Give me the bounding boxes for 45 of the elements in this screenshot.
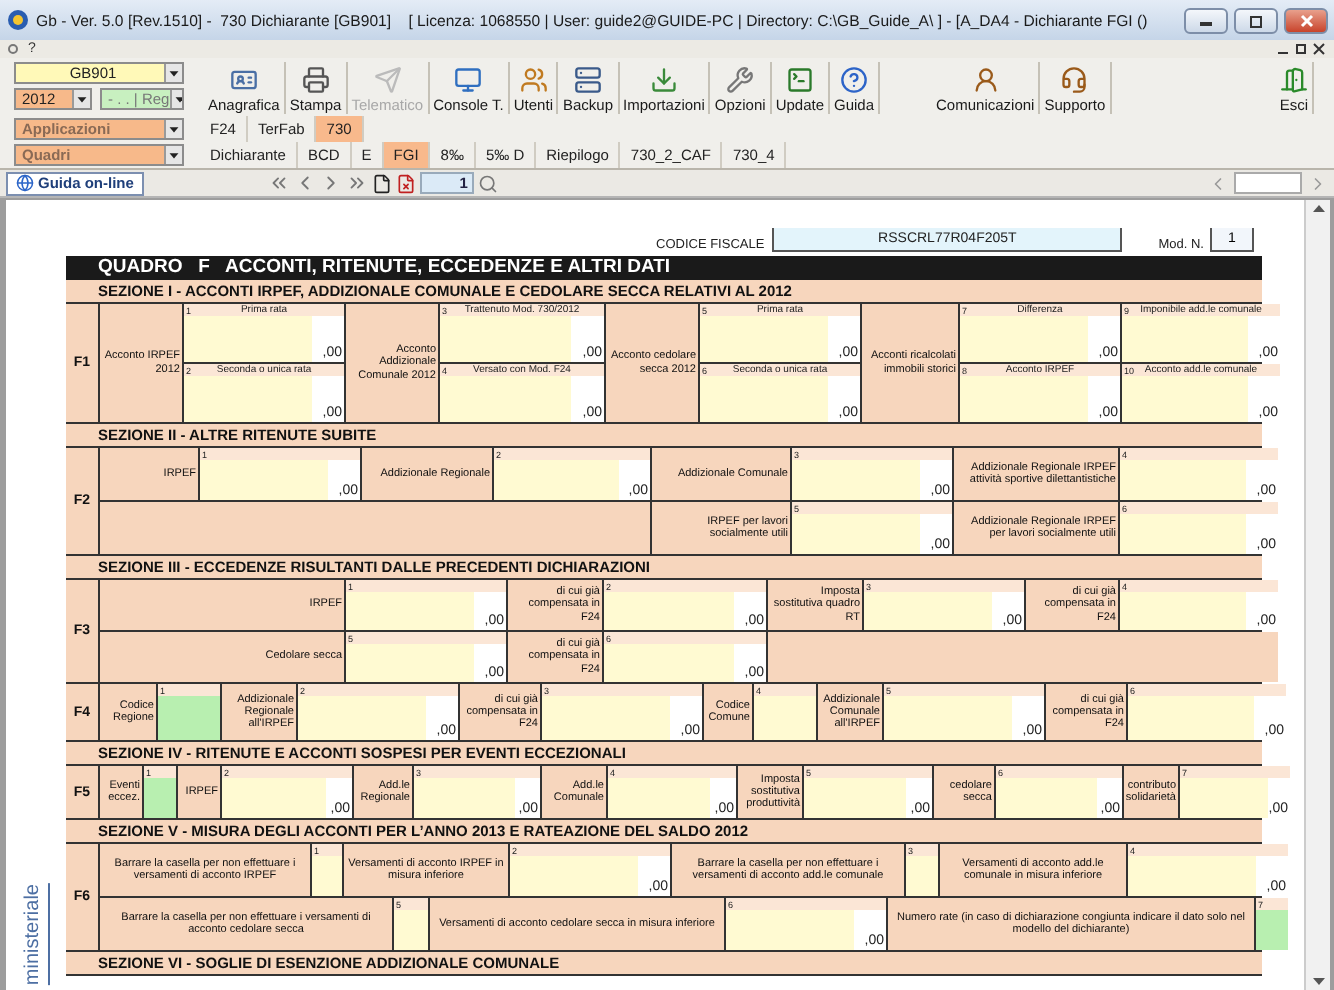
caret-icon — [72, 90, 90, 108]
door-icon — [1279, 66, 1308, 94]
users-icon — [519, 66, 548, 94]
last-icon[interactable] — [345, 172, 368, 194]
id-card-icon — [229, 66, 258, 94]
terminal-icon — [785, 66, 814, 94]
minimize-button[interactable] — [1184, 7, 1228, 33]
server-icon — [574, 66, 602, 94]
input-field[interactable] — [754, 696, 816, 740]
headset-icon — [1060, 66, 1089, 94]
input-field[interactable] — [312, 856, 342, 896]
restore-icon[interactable] — [1294, 42, 1308, 56]
globe-icon — [16, 174, 34, 192]
caret-icon — [164, 64, 182, 82]
search-icon[interactable] — [477, 173, 498, 193]
input-field[interactable] — [906, 856, 938, 896]
restore-icon — [1248, 13, 1264, 27]
close-icon[interactable] — [1312, 42, 1326, 56]
caret-icon — [164, 146, 182, 164]
select-field[interactable] — [158, 696, 220, 740]
scrollbar[interactable] — [1304, 200, 1330, 990]
person-icon — [971, 66, 1000, 94]
delete-page-icon[interactable] — [395, 173, 416, 193]
side-label: ministeriale — [22, 884, 50, 986]
download-icon — [649, 66, 678, 94]
input-field[interactable] — [1234, 172, 1302, 194]
input-field[interactable] — [394, 910, 428, 950]
printer-icon — [301, 66, 330, 94]
circle-icon — [8, 44, 18, 54]
first-icon[interactable] — [267, 172, 290, 194]
caret-icon — [169, 90, 182, 108]
help-icon — [840, 66, 868, 94]
caret-icon — [164, 120, 182, 138]
page-icon[interactable] — [371, 173, 392, 193]
form-title: QUADRO F ACCONTI, RITENUTE, ECCEDENZE E ALTRI DATI — [66, 256, 1262, 280]
monitor-icon — [454, 66, 483, 94]
close-button[interactable] — [1284, 7, 1328, 33]
scroll-down-icon[interactable] — [1309, 972, 1327, 990]
restore-button[interactable] — [1234, 7, 1278, 33]
select-field[interactable] — [1256, 910, 1288, 950]
send-icon — [373, 66, 402, 94]
wrench-icon — [726, 66, 755, 94]
app-logo-icon — [6, 8, 30, 32]
select-field[interactable] — [144, 778, 176, 818]
close-icon — [1299, 13, 1313, 27]
